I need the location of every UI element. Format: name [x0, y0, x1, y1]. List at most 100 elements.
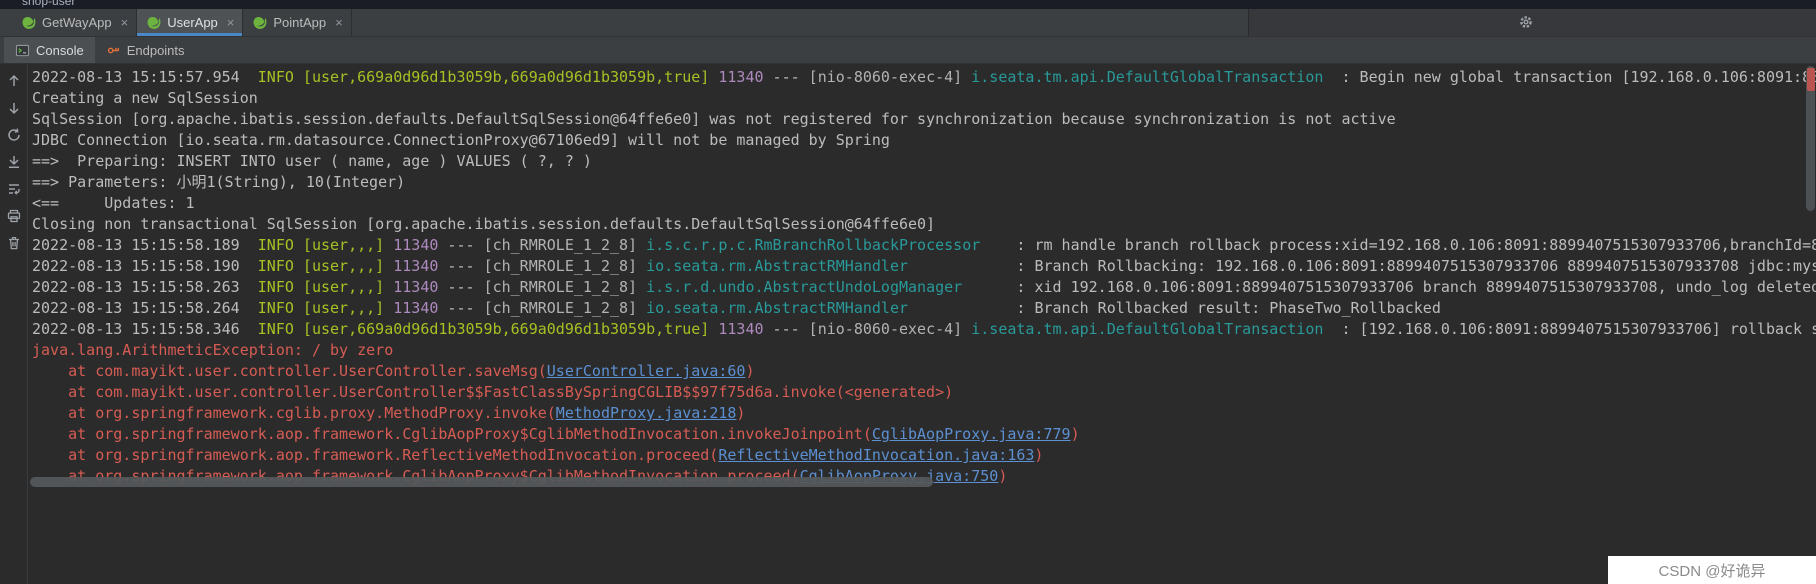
run-view-bar: Console Endpoints — [0, 37, 1816, 64]
console-line: at com.mayikt.user.controller.UserContro… — [32, 361, 1816, 382]
log-segment: i.s.r.d.undo.AbstractUndoLogManager — [646, 278, 963, 296]
log-segment: [nio-8060-exec-4] — [808, 320, 963, 338]
log-segment: [ch_RMROLE_1_2_8] — [483, 299, 638, 317]
log-segment: --- — [438, 278, 484, 296]
log-segment — [384, 278, 393, 296]
console-line: at org.springframework.cglib.proxy.Metho… — [32, 403, 1816, 424]
log-segment: INFO [user,,,] — [257, 278, 385, 296]
log-segment: ) — [1034, 446, 1044, 464]
run-config-strip: shop-user — [0, 0, 1816, 9]
log-segment: 11340 — [718, 68, 764, 86]
console-line: at org.springframework.aop.framework.Cgl… — [32, 424, 1816, 445]
log-segment: --- — [438, 236, 484, 254]
tab-label: GetWayApp — [42, 15, 112, 30]
log-segment: ) — [998, 467, 1008, 485]
settings-gear-icon[interactable] — [1517, 14, 1535, 32]
soft-wrap-button[interactable] — [5, 180, 23, 198]
log-segment: : Begin new global transaction [192.168.… — [1341, 68, 1816, 86]
log-segment: io.seata.rm.AbstractRMHandler — [646, 299, 909, 317]
log-segment: INFO [user,669a0d96d1b3059b,669a0d96d1b3… — [257, 68, 710, 86]
log-segment: SqlSession [org.apache.ibatis.session.de… — [32, 110, 1396, 128]
console-line: 2022-08-13 15:15:57.954 INFO [user,669a0… — [32, 67, 1816, 88]
log-segment: at com.mayikt.user.controller.UserContro… — [32, 362, 547, 380]
console-line: 2022-08-13 15:15:58.264 INFO [user,,,] 1… — [32, 298, 1816, 319]
console-line: 2022-08-13 15:15:58.189 INFO [user,,,] 1… — [32, 235, 1816, 256]
spring-boot-icon — [22, 16, 36, 30]
log-segment — [962, 68, 971, 86]
log-segment — [962, 320, 971, 338]
log-segment: at org.springframework.cglib.proxy.Metho… — [32, 404, 556, 422]
log-segment: Creating a new SqlSession — [32, 89, 258, 107]
console-panel: 2022-08-13 15:15:57.954 INFO [user,669a0… — [0, 64, 1816, 584]
run-config-name: shop-user — [22, 0, 76, 8]
log-segment: [ch_RMROLE_1_2_8] — [483, 257, 638, 275]
log-segment: : Branch Rollbacking: 192.168.0.106:8091… — [1016, 257, 1816, 275]
log-segment: ==> Preparing: INSERT INTO user ( name, … — [32, 152, 592, 170]
log-segment — [637, 257, 646, 275]
console-output: 2022-08-13 15:15:57.954 INFO [user,669a0… — [28, 64, 1816, 584]
console-line: ==> Preparing: INSERT INTO user ( name, … — [32, 151, 1816, 172]
tab-label: PointApp — [273, 15, 327, 30]
log-segment: 11340 — [393, 299, 439, 317]
rerun-button[interactable] — [5, 126, 23, 144]
console-icon — [15, 43, 30, 58]
log-segment: INFO [user,,,] — [257, 236, 385, 254]
log-segment: --- — [438, 257, 484, 275]
log-segment: i.seata.tm.api.DefaultGlobalTransaction — [971, 320, 1324, 338]
down-stack-trace-button[interactable] — [5, 99, 23, 117]
log-segment — [384, 257, 393, 275]
tab-getwayapp[interactable]: GetWayApp × — [12, 9, 138, 36]
log-segment: ) — [1070, 425, 1080, 443]
scroll-to-end-button[interactable] — [5, 153, 23, 171]
log-segment: i.seata.tm.api.DefaultGlobalTransaction — [971, 68, 1324, 86]
log-segment: ) — [736, 404, 746, 422]
stacktrace-link[interactable]: MethodProxy.java:218 — [556, 404, 737, 422]
log-segment: ) — [745, 362, 755, 380]
tab-label: Console — [36, 42, 84, 58]
console-line: java.lang.ArithmeticException: / by zero — [32, 340, 1816, 361]
endpoints-icon — [106, 43, 121, 58]
log-segment: 11340 — [718, 320, 764, 338]
stacktrace-link[interactable]: ReflectiveMethodInvocation.java:163 — [718, 446, 1034, 464]
error-stripe-mark — [1807, 68, 1815, 91]
console-line: 2022-08-13 15:15:58.190 INFO [user,,,] 1… — [32, 256, 1816, 277]
log-segment: : rm handle branch rollback process:xid=… — [1016, 236, 1816, 254]
tab-endpoints[interactable]: Endpoints — [95, 37, 196, 63]
print-button[interactable] — [5, 207, 23, 225]
log-segment: : xid 192.168.0.106:8091:889940751530793… — [1016, 278, 1816, 296]
log-segment: INFO [user,669a0d96d1b3059b,669a0d96d1b3… — [257, 320, 710, 338]
close-icon[interactable]: × — [121, 16, 129, 29]
log-segment: --- — [438, 299, 484, 317]
up-stack-trace-button[interactable] — [5, 72, 23, 90]
log-segment — [709, 320, 718, 338]
log-segment: INFO [user,,,] — [257, 257, 385, 275]
tabbar-right-panel — [1248, 9, 1816, 36]
log-segment: : Branch Rollbacked result: PhaseTwo_Rol… — [908, 299, 1441, 317]
clear-all-trash-button[interactable] — [5, 234, 23, 252]
log-segment: i.s.c.r.p.c.RmBranchRollbackProcessor — [646, 236, 981, 254]
log-segment — [637, 278, 646, 296]
log-segment: --- — [763, 68, 809, 86]
close-icon[interactable]: × — [335, 16, 343, 29]
tab-userapp[interactable]: UserApp × — [137, 9, 244, 36]
log-segment: 11340 — [393, 236, 439, 254]
tab-console[interactable]: Console — [4, 37, 95, 63]
log-segment: java.lang.ArithmeticException: / by zero — [32, 341, 394, 359]
close-icon[interactable]: × — [227, 16, 235, 29]
horizontal-scrollbar[interactable] — [30, 477, 933, 487]
console-line: <== Updates: 1 — [32, 193, 1816, 214]
log-segment: 2022-08-13 15:15:58.189 — [32, 236, 258, 254]
stacktrace-link[interactable]: CglibAopProxy.java:779 — [872, 425, 1071, 443]
log-segment — [384, 299, 393, 317]
log-segment: 2022-08-13 15:15:58.264 — [32, 299, 258, 317]
log-segment: [ch_RMROLE_1_2_8] — [483, 236, 638, 254]
console-line: Closing non transactional SqlSession [or… — [32, 214, 1816, 235]
ide-window: shop-user GetWayApp × UserApp × PointApp… — [0, 0, 1816, 584]
log-segment: 2022-08-13 15:15:58.263 — [32, 278, 258, 296]
tab-pointapp[interactable]: PointApp × — [243, 9, 352, 36]
log-segment: Closing non transactional SqlSession [or… — [32, 215, 936, 233]
stacktrace-link[interactable]: UserController.java:60 — [547, 362, 746, 380]
log-segment: at org.springframework.aop.framework.Ref… — [32, 446, 719, 464]
tab-label: Endpoints — [126, 42, 185, 58]
log-segment: ==> Parameters: 小明1(String), 10(Integer) — [32, 173, 406, 191]
